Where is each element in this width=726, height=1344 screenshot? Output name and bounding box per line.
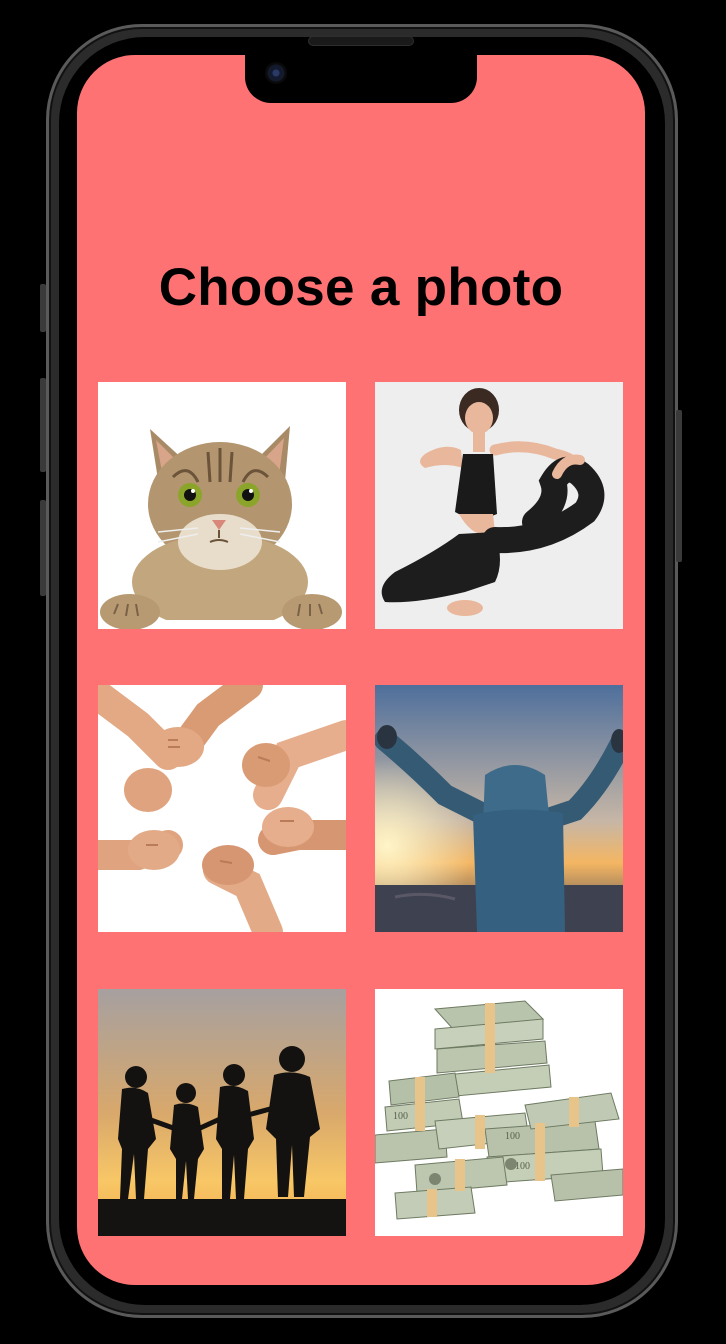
camera-icon xyxy=(265,62,287,84)
photo-sunset-celebration[interactable] xyxy=(375,685,623,932)
photo-yoga[interactable] xyxy=(375,382,623,629)
side-button-silent xyxy=(40,284,46,332)
sunset-celebration-photo-icon xyxy=(375,685,623,932)
photo-family-silhouette[interactable] xyxy=(98,989,346,1236)
side-button-power xyxy=(676,410,682,562)
photo-money[interactable]: 100 100 100 xyxy=(375,989,623,1236)
family-silhouette-photo-icon xyxy=(98,989,346,1236)
photo-hands[interactable] xyxy=(98,685,346,932)
app-screen: Choose a photo 100 100 100 xyxy=(77,55,645,1285)
notch xyxy=(245,55,477,103)
svg-text:100: 100 xyxy=(393,1111,408,1122)
page-title: Choose a photo xyxy=(158,258,564,317)
cat-photo-icon xyxy=(98,382,346,629)
money-photo-icon: 100 100 100 xyxy=(375,989,623,1236)
photo-cat[interactable] xyxy=(98,382,346,629)
side-button-volume-down xyxy=(40,500,46,596)
svg-text:100: 100 xyxy=(515,1161,530,1172)
side-button-volume-up xyxy=(40,378,46,472)
svg-text:100: 100 xyxy=(505,1131,520,1142)
hands-photo-icon xyxy=(98,685,346,932)
yoga-photo-icon xyxy=(375,382,623,629)
earpiece-speaker xyxy=(308,36,414,46)
